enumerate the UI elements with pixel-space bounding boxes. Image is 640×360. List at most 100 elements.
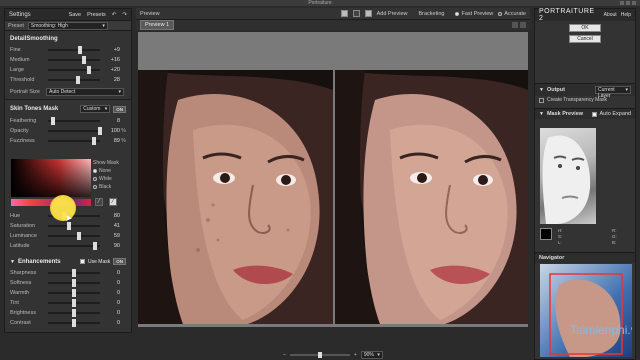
slider-value[interactable]: 8	[104, 118, 120, 124]
cancel-button[interactable]: Cancel	[569, 35, 601, 43]
slider-track[interactable]	[48, 66, 100, 74]
slider-track[interactable]	[48, 222, 100, 230]
bracketing-button[interactable]: Bracketing	[418, 11, 444, 17]
help-link[interactable]: Help	[621, 12, 631, 18]
split-vertical-icon[interactable]	[364, 10, 372, 17]
cursor-arrow-icon: ➤	[65, 213, 73, 223]
redo-icon[interactable]: ↷	[122, 12, 127, 18]
slider-track[interactable]	[48, 299, 100, 307]
slider-value[interactable]: +20	[104, 67, 120, 73]
slider-row-medium: Medium +16	[5, 55, 131, 65]
ok-button[interactable]: OK	[569, 24, 601, 32]
slider-value[interactable]: 0	[104, 270, 120, 276]
slider-track[interactable]	[48, 309, 100, 317]
slider-value[interactable]: 0	[104, 320, 120, 326]
single-view-icon[interactable]	[340, 10, 348, 17]
slider-thumb[interactable]	[72, 269, 76, 277]
tab-preview-1[interactable]: Preview 1	[140, 20, 175, 30]
skin-on-toggle[interactable]: ON	[113, 105, 126, 113]
slider-thumb[interactable]	[72, 309, 76, 317]
portrait-size-select[interactable]: Auto Detect	[46, 88, 124, 96]
collapse-arrow-icon[interactable]: ▼	[10, 259, 15, 265]
slider-value[interactable]: 0	[104, 290, 120, 296]
use-mask-checkbox[interactable]	[80, 259, 86, 264]
tab-menu-icon[interactable]	[512, 22, 518, 28]
slider-thumb[interactable]	[98, 127, 102, 135]
slider-track[interactable]	[48, 319, 100, 327]
slider-track[interactable]	[48, 242, 100, 250]
slider-label: Brightness	[10, 310, 36, 316]
slider-thumb[interactable]	[72, 279, 76, 287]
slider-thumb[interactable]	[78, 46, 83, 54]
auto-expand-checkbox[interactable]	[591, 111, 597, 117]
add-preview-button[interactable]: Add Preview	[377, 11, 408, 17]
accurate-radio[interactable]: Accurate	[498, 11, 526, 17]
slider-track[interactable]	[48, 56, 100, 64]
slider-thumb[interactable]	[72, 299, 76, 307]
slider-value[interactable]: +16	[104, 57, 120, 63]
tab-close-icon[interactable]	[520, 22, 526, 28]
slider-track[interactable]	[48, 289, 100, 297]
mask-preview-arrow-icon[interactable]: ▼	[539, 111, 544, 117]
split-horizontal-icon[interactable]	[352, 10, 360, 17]
slider-value[interactable]: 28	[104, 77, 120, 83]
show-mask-black-radio[interactable]: Black	[93, 183, 119, 191]
slider-value[interactable]: 59	[104, 233, 120, 239]
slider-track[interactable]	[48, 269, 100, 277]
slider-thumb[interactable]	[51, 117, 56, 125]
minimize-icon[interactable]	[620, 1, 624, 5]
slider-value[interactable]: +9	[104, 47, 120, 53]
slider-track[interactable]	[48, 76, 100, 84]
zoom-select[interactable]: 90%	[360, 351, 383, 359]
slider-row-brightness: Brightness 0	[5, 308, 131, 318]
slider-track[interactable]	[48, 127, 102, 135]
slider-value[interactable]: 90	[104, 243, 120, 249]
slider-value[interactable]: 0	[104, 280, 120, 286]
slider-track[interactable]	[48, 46, 100, 54]
transparency-checkbox[interactable]	[539, 97, 544, 103]
slider-thumb[interactable]	[92, 242, 97, 250]
preview-viewer[interactable]	[138, 32, 528, 327]
slider-value[interactable]: 0	[104, 300, 120, 306]
enhancements-on-toggle[interactable]: ON	[113, 258, 126, 265]
preset-select[interactable]: Smoothing: High	[27, 21, 108, 30]
slider-value[interactable]: 100	[104, 128, 120, 134]
about-link[interactable]: About	[604, 12, 617, 18]
output-select[interactable]: Current Layer	[595, 86, 631, 99]
eyedropper-plus-icon[interactable]: ⁄	[109, 198, 117, 206]
slider-value[interactable]: 41	[104, 223, 120, 229]
slider-track[interactable]	[48, 232, 100, 240]
show-mask-white-radio[interactable]: White	[93, 175, 119, 183]
slider-thumb[interactable]	[82, 56, 87, 64]
portrait-size-label: Portrait Size	[10, 89, 40, 95]
slider-thumb[interactable]	[76, 232, 81, 240]
slider-track[interactable]	[48, 137, 100, 145]
undo-icon[interactable]: ↶	[112, 12, 117, 18]
slider-value[interactable]: 89	[104, 138, 120, 144]
slider-thumb[interactable]	[92, 137, 97, 145]
fast-preview-radio[interactable]: Fast Preview	[455, 11, 493, 17]
slider-track[interactable]	[48, 279, 100, 287]
save-button[interactable]: Save	[69, 12, 82, 18]
slider-value[interactable]: 80	[104, 213, 120, 219]
slider-thumb[interactable]	[72, 289, 76, 297]
skin-mode-select[interactable]: Custom	[80, 105, 111, 113]
close-icon[interactable]	[632, 1, 636, 5]
settings-title: Settings	[9, 11, 31, 18]
slider-thumb[interactable]	[86, 66, 91, 74]
show-mask-none-radio[interactable]: None	[93, 167, 119, 175]
presets-button[interactable]: Presets	[87, 12, 106, 18]
slider-track[interactable]	[48, 117, 100, 125]
maximize-icon[interactable]	[626, 1, 630, 5]
color-picker[interactable]	[11, 159, 91, 197]
slider-thumb[interactable]	[72, 319, 76, 327]
zoom-in-icon[interactable]: +	[354, 352, 357, 358]
slider-thumb[interactable]	[75, 76, 80, 84]
output-arrow-icon[interactable]: ▼	[539, 87, 544, 93]
navigator-thumbnail[interactable]: Taimienphi.vn	[540, 264, 632, 357]
eyedropper-icon[interactable]: ⁄	[95, 198, 103, 206]
slider-value[interactable]: 0	[104, 310, 120, 316]
zoom-slider[interactable]	[289, 352, 350, 358]
zoom-out-icon[interactable]: –	[283, 352, 286, 358]
slider-unit: %	[121, 138, 126, 144]
